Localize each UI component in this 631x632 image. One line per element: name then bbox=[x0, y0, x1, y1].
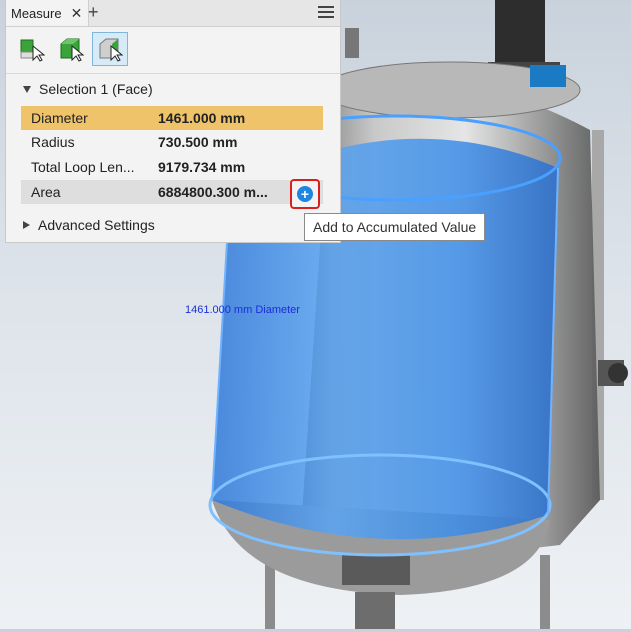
row-key: Area bbox=[31, 184, 61, 200]
selection-title: Selection 1 (Face) bbox=[39, 81, 153, 97]
result-row-diameter[interactable]: Diameter 1461.000 mm bbox=[21, 106, 323, 130]
add-to-accumulated-button[interactable]: + bbox=[290, 179, 320, 209]
result-row-loop-length[interactable]: Total Loop Len... 9179.734 mm bbox=[21, 155, 323, 179]
measure-body-button[interactable] bbox=[53, 32, 89, 66]
measure-distance-icon bbox=[20, 39, 45, 62]
dimension-label: 1461.000 mm Diameter bbox=[185, 304, 300, 316]
measure-face-icon bbox=[99, 38, 123, 62]
add-tab-icon[interactable]: + bbox=[88, 2, 99, 23]
result-row-area[interactable]: Area 6884800.300 m... bbox=[21, 180, 323, 204]
row-key: Radius bbox=[31, 134, 75, 150]
tab-label: Measure bbox=[11, 5, 62, 21]
expand-right-icon bbox=[23, 221, 30, 229]
measure-panel: Measure ✕ + Selection 1 (Face) Diameter … bbox=[5, 0, 341, 243]
result-row-radius[interactable]: Radius 730.500 mm bbox=[21, 130, 323, 154]
selection-header[interactable]: Selection 1 (Face) bbox=[6, 76, 340, 102]
measure-face-button[interactable] bbox=[92, 32, 128, 66]
row-value: 9179.734 mm bbox=[158, 159, 246, 175]
close-icon[interactable]: ✕ bbox=[71, 5, 83, 22]
measure-body-icon bbox=[60, 38, 84, 62]
row-value: 730.500 mm bbox=[158, 134, 238, 150]
row-value: 1461.000 mm bbox=[158, 110, 246, 126]
row-key: Total Loop Len... bbox=[31, 159, 135, 175]
plus-circle-icon: + bbox=[297, 186, 313, 202]
measure-toolbar bbox=[6, 27, 340, 74]
advanced-settings-label: Advanced Settings bbox=[38, 217, 155, 233]
hamburger-menu-icon[interactable] bbox=[318, 4, 334, 18]
advanced-settings-header[interactable]: Advanced Settings bbox=[6, 212, 155, 238]
tab-bar: Measure ✕ + bbox=[6, 0, 340, 27]
measure-distance-button[interactable] bbox=[14, 32, 50, 66]
tooltip: Add to Accumulated Value bbox=[304, 213, 486, 241]
tab-measure[interactable]: Measure ✕ bbox=[6, 0, 90, 26]
row-key: Diameter bbox=[31, 110, 88, 126]
row-value: 6884800.300 m... bbox=[158, 184, 268, 200]
expand-down-icon bbox=[23, 85, 31, 93]
